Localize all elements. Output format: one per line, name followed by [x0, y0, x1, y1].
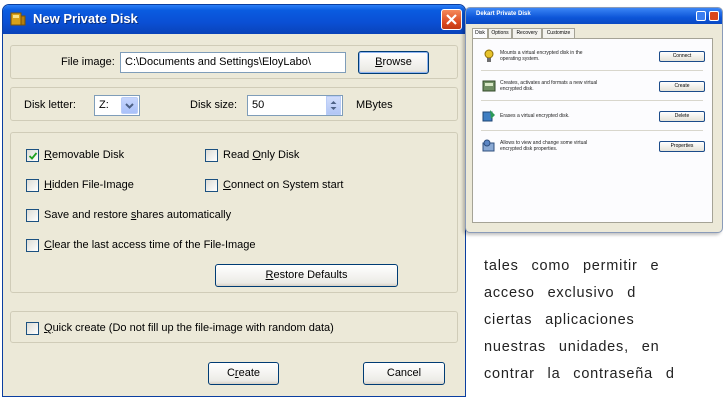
screenshot-title: Dekart Private Disk — [476, 11, 531, 17]
help-icon[interactable] — [696, 11, 706, 21]
properties-button[interactable]: Properties — [659, 141, 705, 152]
properties-icon — [482, 139, 495, 152]
tab-recovery[interactable]: Recovery — [512, 28, 542, 38]
hidden-file-image-label: Hidden File-Image — [44, 179, 134, 191]
file-image-group: File image: C:\Documents and Settings\El… — [10, 45, 458, 79]
cancel-button[interactable]: Cancel — [363, 362, 445, 385]
article-line: contrar la contraseña d — [484, 366, 675, 382]
row-divider — [481, 100, 703, 101]
title-bar: New Private Disk — [3, 5, 465, 34]
removable-disk-checkbox[interactable] — [26, 149, 39, 162]
row-divider — [481, 130, 703, 131]
browse-button[interactable]: Browse — [358, 51, 429, 74]
spinner-icon[interactable] — [326, 96, 341, 115]
read-only-disk-checkbox[interactable] — [205, 149, 218, 162]
clear-last-access-label: Clear the last access time of the File-I… — [44, 239, 256, 251]
article-line: nuestras unidades, en — [484, 339, 660, 355]
row-divider — [481, 70, 703, 71]
disk-size-unit: MBytes — [356, 99, 393, 111]
article-line: acceso exclusivo d — [484, 285, 637, 301]
dekart-private-disk-window: Dekart Private Disk Disk Options Recover… — [465, 7, 723, 233]
create-button[interactable]: Create — [208, 362, 279, 385]
erase-icon — [482, 110, 495, 122]
read-only-disk-label: Read Only Disk — [223, 149, 300, 161]
app-icon — [10, 12, 26, 26]
connect-on-start-label: Connect on System start — [223, 179, 344, 191]
disk-letter-select[interactable]: Z: — [94, 95, 140, 116]
chevron-down-icon[interactable] — [121, 97, 138, 114]
close-icon — [446, 14, 457, 25]
disk-letter-value: Z: — [99, 99, 109, 111]
disk-size-input[interactable]: 50 — [247, 95, 343, 116]
restore-defaults-button[interactable]: Restore Defaults — [215, 264, 398, 287]
screenshot-title-bar: Dekart Private Disk — [466, 8, 722, 24]
properties-description: Allows to view and change some virtual e… — [500, 140, 588, 152]
quick-create-checkbox[interactable] — [26, 322, 39, 335]
clear-last-access-checkbox[interactable] — [26, 239, 39, 252]
disk-icon — [482, 80, 496, 92]
disk-size-label: Disk size: — [190, 99, 238, 111]
connect-on-start-checkbox[interactable] — [205, 179, 218, 192]
save-restore-shares-checkbox[interactable] — [26, 209, 39, 222]
article-line: ciertas aplicaciones — [484, 312, 635, 328]
create-description: Creates, activates and formats a new vir… — [500, 80, 598, 92]
tab-customize[interactable]: Customize — [542, 28, 575, 38]
article-line: tales como permitir e — [484, 258, 660, 274]
quick-create-group: Quick create (Do not fill up the file-im… — [10, 311, 458, 343]
dialog-title: New Private Disk — [33, 11, 138, 26]
disk-letter-label: Disk letter: — [24, 99, 76, 111]
options-group: Removable Disk Read Only Disk Hidden Fil… — [10, 132, 458, 293]
file-image-label: File image: — [61, 56, 115, 68]
tab-options[interactable]: Options — [488, 28, 512, 38]
create-disk-button[interactable]: Create — [659, 81, 705, 92]
quick-create-label: Quick create (Do not fill up the file-im… — [44, 322, 334, 334]
connect-button[interactable]: Connect — [659, 51, 705, 62]
close-button[interactable] — [441, 9, 462, 30]
delete-description: Erases a virtual encrypted disk. — [500, 113, 570, 119]
connect-description: Mounts a virtual encrypted disk in the o… — [500, 50, 583, 62]
removable-disk-label: Removable Disk — [44, 149, 125, 161]
file-image-input[interactable]: C:\Documents and Settings\EloyLabo\ — [120, 52, 346, 73]
checkmark-icon — [28, 152, 38, 160]
key-icon — [484, 49, 494, 62]
delete-button[interactable]: Delete — [659, 111, 705, 122]
disk-size-value: 50 — [252, 99, 265, 111]
new-private-disk-dialog: New Private Disk File image: C:\Document… — [2, 4, 466, 397]
disk-tab-panel: Mounts a virtual encrypted disk in the o… — [472, 38, 713, 223]
close-icon[interactable] — [709, 11, 719, 21]
hidden-file-image-checkbox[interactable] — [26, 179, 39, 192]
disk-settings-group: Disk letter: Z: Disk size: 50 MBytes — [10, 87, 458, 121]
save-restore-shares-label: Save and restore shares automatically — [44, 209, 232, 221]
